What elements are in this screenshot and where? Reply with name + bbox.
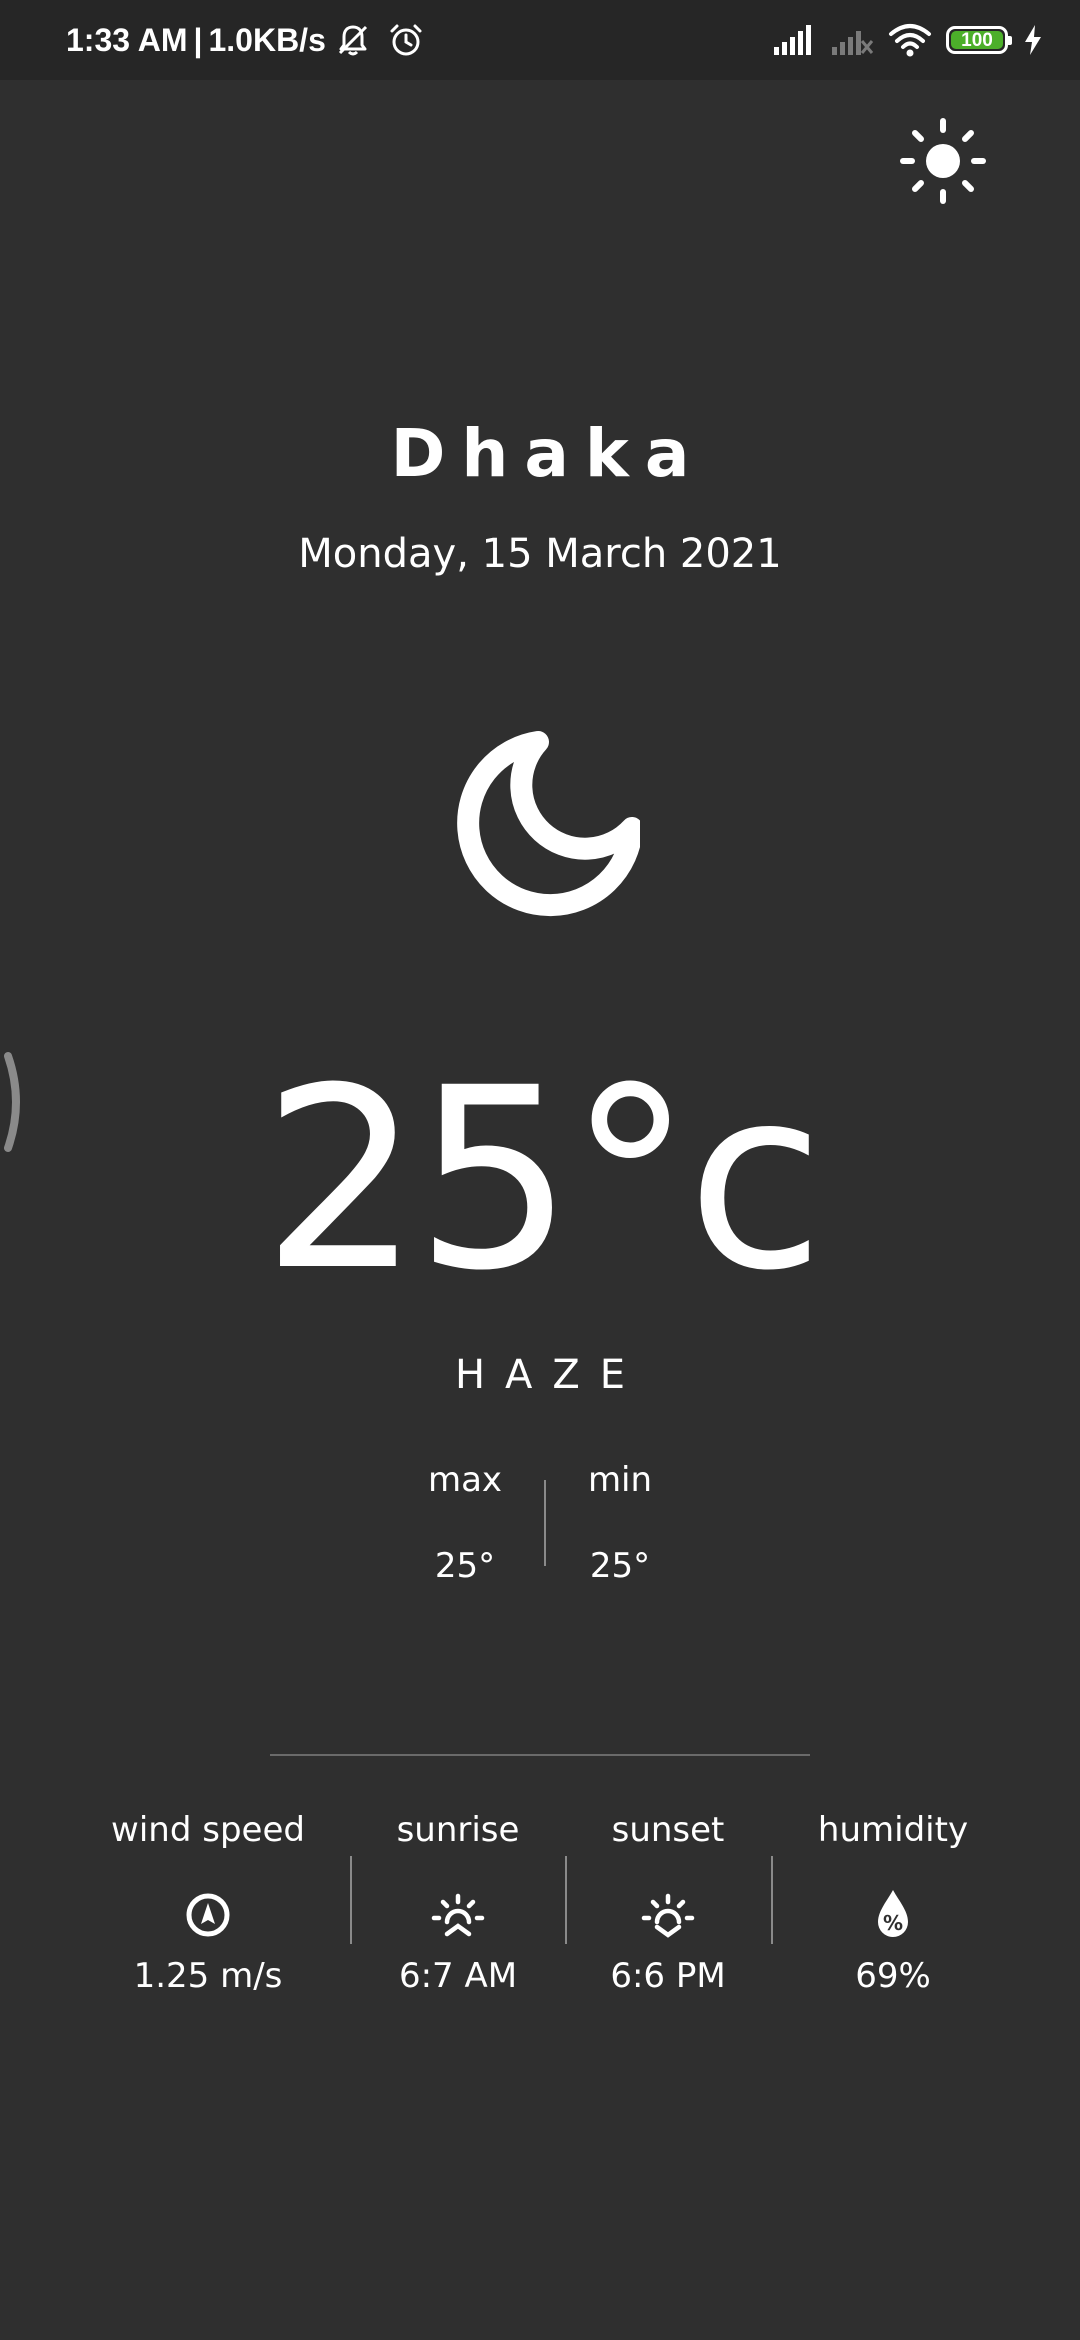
humidity-label: humidity [817,1810,969,1850]
muted-bell-icon [338,25,367,56]
max-value: 25° [434,1546,496,1586]
signal-no-sim-icon [832,31,874,55]
status-left: 1:33 AM | 1.0KB/s [66,0,426,80]
min-temp: min 25° [565,1452,675,1592]
sun-icon[interactable] [899,117,987,205]
sunset-value: 6:6 PM [610,1956,726,1996]
sunset-label: sunset [611,1810,725,1850]
battery-icon: 100 [946,26,1012,54]
network-speed: 1.0KB/s [208,21,326,58]
temperature-range: max 25° min 25° [410,1452,670,1592]
charging-icon [1025,25,1041,55]
detail-divider [771,1856,773,1944]
min-value: 25° [589,1546,651,1586]
sunrise-value: 6:7 AM [398,1956,518,1996]
section-divider [270,1754,810,1756]
date-label: Monday, 15 March 2021 [298,531,782,577]
current-temperature: 25°c [261,1034,825,1325]
compass-icon [186,1893,230,1937]
battery-level: 100 [961,29,993,51]
wind-speed-value: 1.25 m/s [133,1956,283,1996]
max-label: max [427,1460,503,1500]
status-time: 1:33 AM [66,21,188,58]
alarm-icon [390,24,422,56]
wifi-icon [889,24,931,57]
max-temp: max 25° [410,1452,520,1592]
city-name: Dhaka [390,415,706,492]
range-divider [544,1480,546,1566]
min-label: min [587,1460,653,1500]
svg-text:%: % [883,1911,903,1935]
sunrise-label: sunrise [396,1810,520,1850]
moon-icon [457,731,640,917]
humidity-value: 69% [855,1956,931,1996]
status-right: 100 [772,0,1044,80]
humidity-drop-icon: % [878,1890,908,1937]
signal-icon [774,25,811,55]
status-bar: 1:33 AM | 1.0KB/s 100 [0,0,1080,80]
sunrise-icon [431,1893,485,1937]
wind-speed-label: wind speed [111,1810,305,1850]
weather-condition: HAZE [454,1352,646,1398]
sunset-icon [641,1893,695,1938]
detail-divider [350,1856,352,1944]
status-separator: | [193,21,203,58]
battery-tip [1008,36,1012,45]
details-row: wind speed 1.25 m/s sunrise 6:7 AM sunse… [0,1800,1080,2020]
detail-divider [565,1856,567,1944]
